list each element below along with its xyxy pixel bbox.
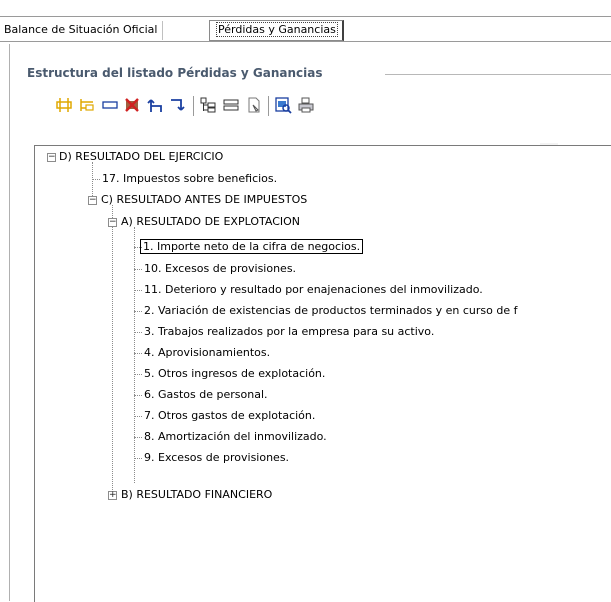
tree-connector [134,395,142,397]
print-icon[interactable] [296,95,316,115]
panel-left-border [9,44,10,601]
tree-node[interactable]: C) RESULTADO ANTES DE IMPUESTOS [101,193,307,207]
tree-node-label: 9. Excesos de provisiones. [144,451,290,464]
tree-node[interactable]: 2. Variación de existencias de productos… [144,304,517,318]
rename-icon[interactable] [100,95,120,115]
tree-node-label: D) RESULTADO DEL EJERCICIO [59,150,224,163]
tree-node-label: 5. Otros ingresos de explotación. [144,367,326,380]
tree-connector [134,416,142,418]
tree-node-label: 1. Importe neto de la cifra de negocios. [139,239,364,254]
collapse-toggle-icon[interactable]: − [88,196,97,205]
toolbar-separator [268,96,269,116]
tree-connector [134,458,142,460]
tree-connector [134,353,142,355]
tab-baseline [0,41,611,42]
tab-label-active: Pérdidas y Ganancias [216,22,338,37]
tree-connector [134,269,142,271]
expand-all-icon[interactable] [198,95,218,115]
preview-icon[interactable] [273,95,293,115]
tree-node[interactable]: 1. Importe neto de la cifra de negocios. [139,239,364,254]
tab-balance-situacion[interactable]: Balance de Situación Oficial [0,21,164,40]
tree-node[interactable]: 17. Impuestos sobre beneficios. [102,172,277,186]
tree-node[interactable]: 3. Trabajos realizados por la empresa pa… [144,325,434,339]
tree-connector [92,179,100,181]
tree-node-label: 8. Amortización del inmovilizado. [144,430,327,443]
tree-connector [134,374,142,376]
tree-connector [134,311,142,313]
tree-node[interactable]: 10. Excesos de provisiones. [144,262,296,276]
collapse-toggle-icon[interactable]: − [47,153,56,162]
tree-node[interactable]: A) RESULTADO DE EXPLOTACION [121,215,300,229]
move-up-icon[interactable] [145,95,165,115]
tree-connector [134,332,142,334]
delete-icon[interactable] [122,95,142,115]
tree-node[interactable]: 11. Deterioro y resultado por enajenacio… [144,283,483,297]
tree-node[interactable]: 9. Excesos de provisiones. [144,451,289,465]
tree-node[interactable]: 4. Aprovisionamientos. [144,346,270,360]
tree-view[interactable]: − D) RESULTADO DEL EJERCICIO 17. Impuest… [34,145,611,602]
tree-node-label: 10. Excesos de provisiones. [144,262,297,275]
insert-child-icon[interactable] [77,95,97,115]
tree-node[interactable]: 5. Otros ingresos de explotación. [144,367,325,381]
tree-connector [112,205,114,498]
tree-node-label: 2. Variación de existencias de productos… [144,304,518,317]
tab-perdidas-ganancias[interactable]: Pérdidas y Ganancias [209,20,344,41]
tree-node[interactable]: D) RESULTADO DEL EJERCICIO [59,150,223,164]
toolbar-separator [193,96,194,116]
tree-node-label: 11. Deterioro y resultado por enajenacio… [144,283,483,296]
tree-node-label: A) RESULTADO DE EXPLOTACION [121,215,301,228]
collapse-toggle-icon[interactable]: − [108,218,117,227]
group-title: Estructura del listado Pérdidas y Gananc… [27,66,323,80]
tree-connector [134,437,142,439]
group-divider [385,74,611,75]
tree-node[interactable]: B) RESULTADO FINANCIERO [121,488,272,502]
tree-node-label: 6. Gastos de personal. [144,388,268,401]
tree-node-label: 17. Impuestos sobre beneficios. [102,172,278,185]
tab-strip: Balance de Situación Oficial Pérdidas y … [0,17,611,44]
tree-node-label: B) RESULTADO FINANCIERO [121,488,273,501]
tree-node-label: C) RESULTADO ANTES DE IMPUESTOS [101,193,308,206]
tree-node-label: 3. Trabajos realizados por la empresa pa… [144,325,435,338]
expand-toggle-icon[interactable]: + [108,491,117,500]
tree-node-label: 7. Otros gastos de explotación. [144,409,316,422]
collapse-all-icon[interactable] [221,95,241,115]
tree-node[interactable]: 6. Gastos de personal. [144,388,268,402]
insert-sibling-icon[interactable] [54,95,74,115]
move-down-icon[interactable] [168,95,188,115]
tree-node[interactable]: 8. Amortización del inmovilizado. [144,430,327,444]
tree-node-label: 4. Aprovisionamientos. [144,346,271,359]
tree-node[interactable]: 7. Otros gastos de explotación. [144,409,315,423]
tree-connector [134,290,142,292]
copy-icon[interactable] [244,95,264,115]
tree-connector [134,227,136,483]
